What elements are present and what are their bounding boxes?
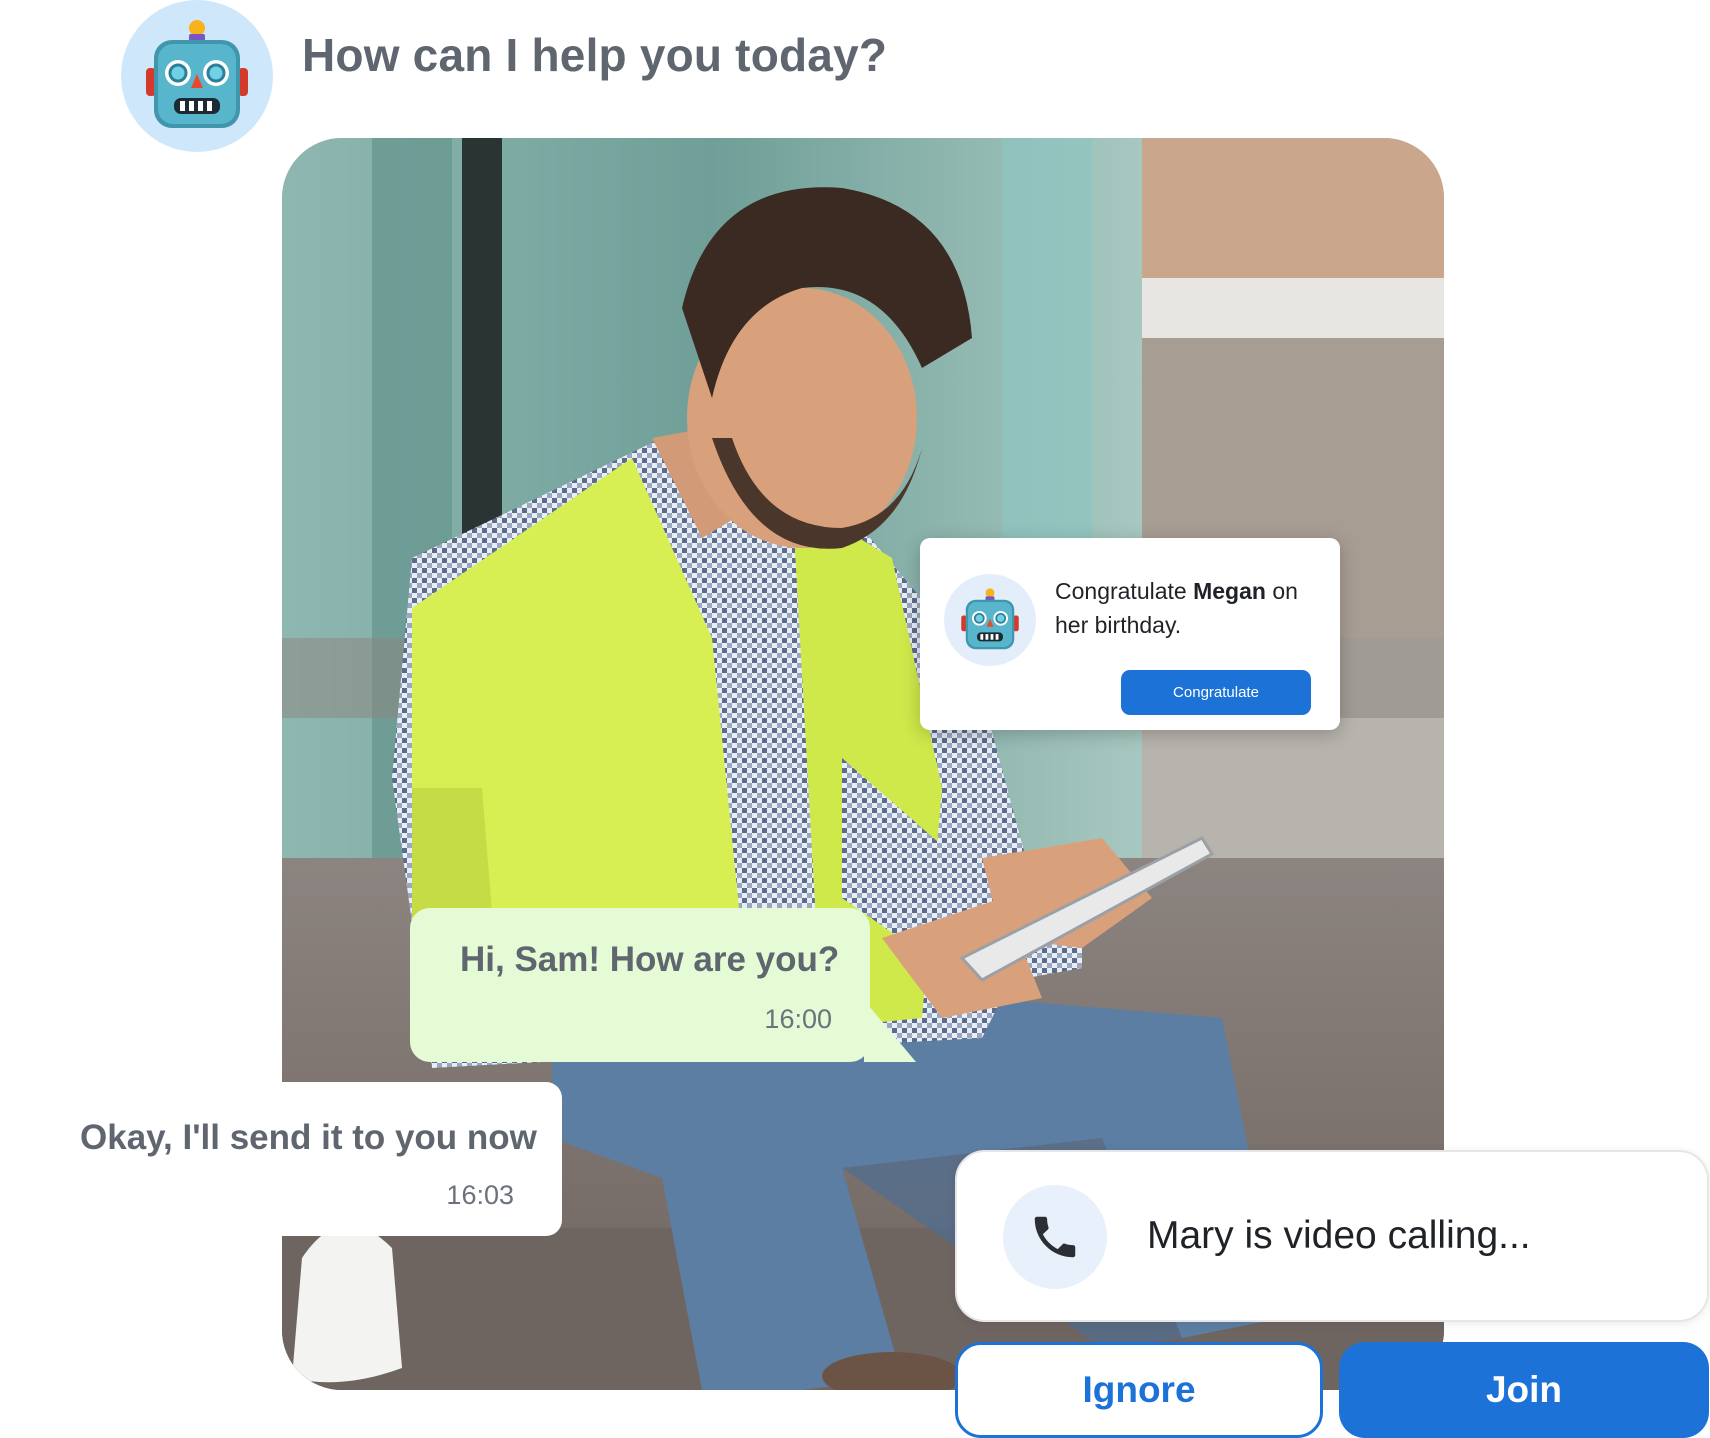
bubble-tail bbox=[864, 1000, 916, 1062]
ignore-call-button[interactable]: Ignore bbox=[955, 1342, 1323, 1438]
assistant-greeting: How can I help you today? bbox=[302, 29, 888, 81]
assistant-avatar-small bbox=[944, 574, 1036, 666]
birthday-notification-card: Congratulate Megan on her birthday. Cong… bbox=[920, 538, 1340, 730]
message-timestamp: 16:00 bbox=[764, 1004, 832, 1034]
robot-icon bbox=[961, 588, 1019, 650]
phone-icon-badge bbox=[1003, 1185, 1107, 1289]
phone-icon bbox=[1034, 1216, 1076, 1258]
join-call-button[interactable]: Join bbox=[1339, 1342, 1709, 1438]
incoming-call-text: Mary is video calling... bbox=[1147, 1214, 1531, 1257]
message-text: Hi, Sam! How are you? bbox=[460, 940, 840, 979]
assistant-avatar bbox=[121, 0, 273, 152]
message-text: Okay, I'll send it to you now bbox=[80, 1118, 537, 1157]
robot-icon bbox=[146, 20, 248, 128]
video-call-notification: Mary is video calling... bbox=[955, 1150, 1709, 1322]
notification-text: Congratulate Megan on her birthday. bbox=[1055, 574, 1325, 642]
notification-text-before: Congratulate bbox=[1055, 578, 1194, 604]
reply-message-bubble: Okay, I'll send it to you now 16:03 bbox=[46, 1082, 562, 1236]
incoming-message-bubble: Hi, Sam! How are you? 16:00 bbox=[410, 908, 916, 1062]
notification-contact-name: Megan bbox=[1193, 578, 1266, 604]
message-timestamp: 16:03 bbox=[446, 1180, 514, 1210]
congratulate-button[interactable]: Congratulate bbox=[1121, 670, 1311, 715]
